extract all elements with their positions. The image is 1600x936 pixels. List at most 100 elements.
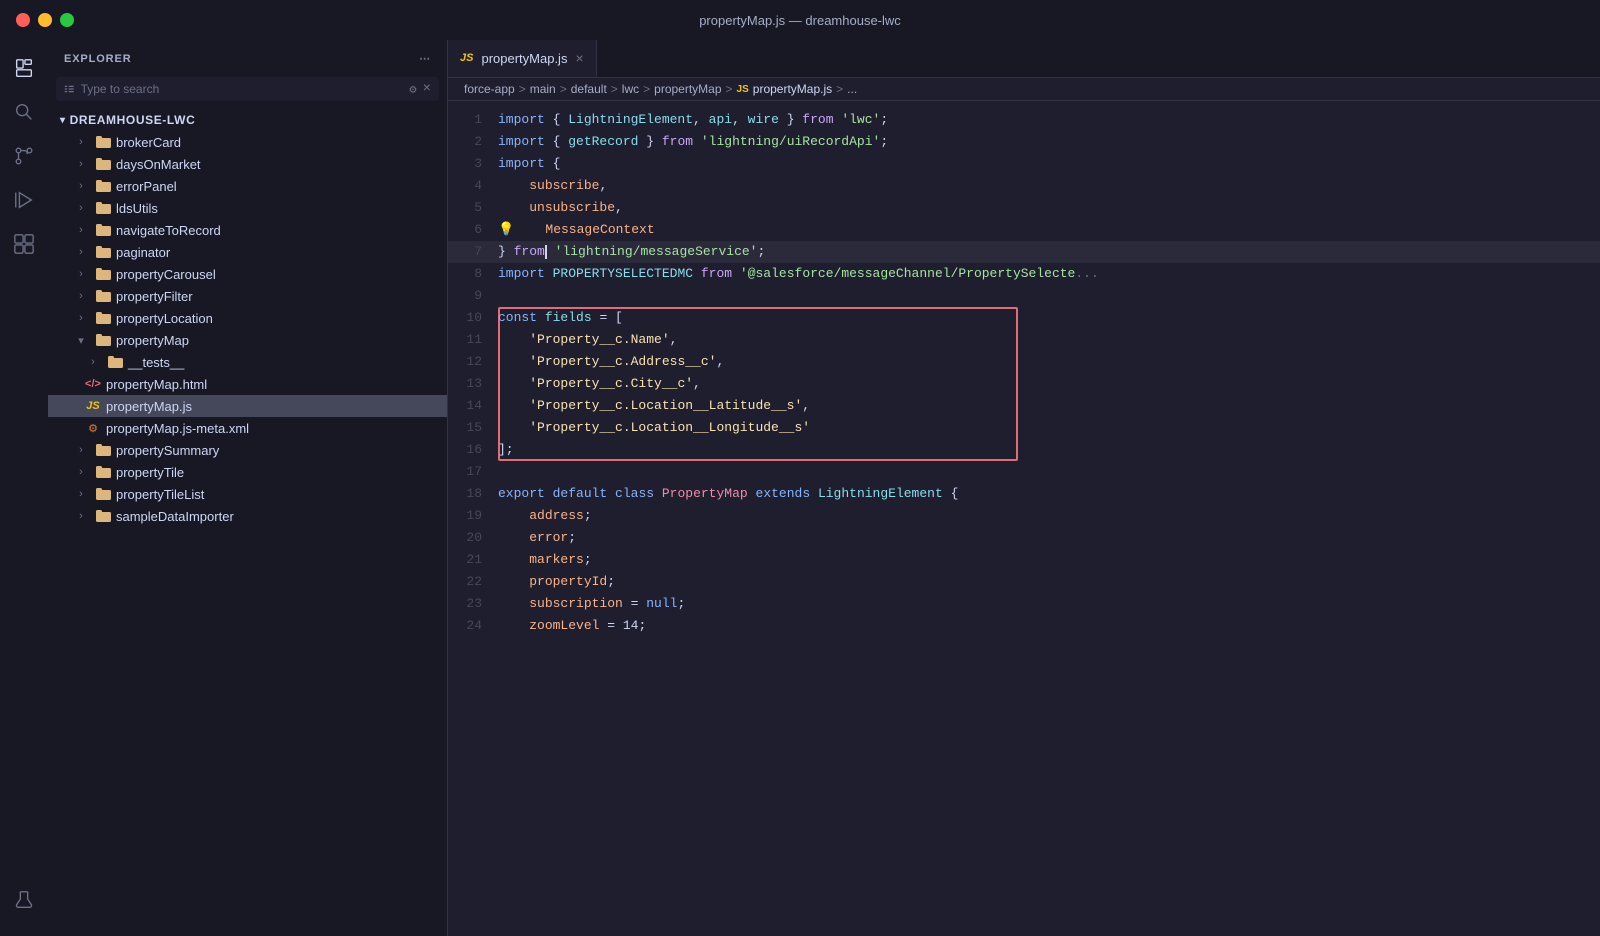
sidebar-item-propertymap[interactable]: ▾ propertyMap (48, 329, 447, 351)
folder-chevron-icon: › (72, 463, 90, 481)
source-control-activity-icon[interactable] (4, 136, 44, 176)
run-activity-icon[interactable] (4, 180, 44, 220)
line-number: 1 (448, 109, 498, 131)
flask-activity-icon[interactable] (4, 880, 44, 920)
folder-icon (95, 288, 111, 304)
sidebar-item-propertymap-html[interactable]: </> propertyMap.html (48, 373, 447, 395)
sidebar-item-propertylocation[interactable]: › propertyLocation (48, 307, 447, 329)
sidebar-item-label: brokerCard (116, 135, 439, 150)
code-line-21: 21 markers; (448, 549, 1600, 571)
line-number: 11 (448, 329, 498, 351)
line-number: 4 (448, 175, 498, 197)
tab-label: propertyMap.js (481, 51, 567, 66)
sidebar-item-ldsutils[interactable]: › ldsUtils (48, 197, 447, 219)
sidebar-item-navigatetorecord[interactable]: › navigateToRecord (48, 219, 447, 241)
filter-icon[interactable]: ⚙ (409, 82, 416, 97)
sidebar-item-propertysummary[interactable]: › propertySummary (48, 439, 447, 461)
breadcrumb-item[interactable]: lwc (622, 82, 639, 96)
breadcrumb-sep: > (519, 82, 526, 96)
sidebar-item-paginator[interactable]: › paginator (48, 241, 447, 263)
line-number: 2 (448, 131, 498, 153)
folder-chevron-icon: › (84, 353, 102, 371)
folder-chevron-icon: › (72, 221, 90, 239)
code-line-12: 12 'Property__c.Address__c', (448, 351, 1600, 373)
sidebar-item-label: sampleDataImporter (116, 509, 439, 524)
line-content: markers; (498, 549, 1600, 571)
sidebar-item-propertytilelist[interactable]: › propertyTileList (48, 483, 447, 505)
folder-icon (107, 354, 123, 370)
sidebar-item-propertymap-xml[interactable]: ⚙ propertyMap.js-meta.xml (48, 417, 447, 439)
sidebar-item-tests[interactable]: › __tests__ (48, 351, 447, 373)
tab-close-icon[interactable]: × (575, 51, 583, 65)
app-body: EXPLORER ⋯ ⚙ × ▾ DREAMHOUSE-LWC (0, 40, 1600, 936)
search-activity-icon[interactable] (4, 92, 44, 132)
explorer-activity-icon[interactable] (4, 48, 44, 88)
folder-chevron-icon: › (72, 265, 90, 283)
sidebar-item-sampledataimporter[interactable]: › sampleDataImporter (48, 505, 447, 527)
breadcrumb-item[interactable]: force-app (464, 82, 515, 96)
breadcrumb-active-item[interactable]: propertyMap.js (753, 82, 832, 96)
sidebar-item-propertytile[interactable]: › propertyTile (48, 461, 447, 483)
tree-root-label: DREAMHOUSE-LWC (70, 113, 196, 127)
code-editor[interactable]: 1 import { LightningElement, api, wire }… (448, 101, 1600, 936)
line-content: error; (498, 527, 1600, 549)
sidebar-item-brokercard[interactable]: › brokerCard (48, 131, 447, 153)
breadcrumb-sep: > (836, 82, 843, 96)
line-content: zoomLevel = 14; (498, 615, 1600, 637)
sidebar-item-label: propertySummary (116, 443, 439, 458)
sidebar-item-daysonmarket[interactable]: › daysOnMarket (48, 153, 447, 175)
line-number: 22 (448, 571, 498, 593)
line-content: unsubscribe, (498, 197, 1600, 219)
titlebar: propertyMap.js — dreamhouse-lwc (0, 0, 1600, 40)
breadcrumb-sep: > (643, 82, 650, 96)
folder-icon (95, 442, 111, 458)
line-number: 12 (448, 351, 498, 373)
folder-icon (95, 464, 111, 480)
maximize-button[interactable] (60, 13, 74, 27)
line-number: 24 (448, 615, 498, 637)
sidebar-item-label: propertyMap.html (106, 377, 439, 392)
sidebar-item-propertymap-js[interactable]: JS propertyMap.js (48, 395, 447, 417)
sidebar-item-propertycarousel[interactable]: › propertyCarousel (48, 263, 447, 285)
code-line-6: 6 💡 MessageContext (448, 219, 1600, 241)
sidebar-item-propertyfilter[interactable]: › propertyFilter (48, 285, 447, 307)
line-number: 17 (448, 461, 498, 483)
folder-chevron-icon: › (72, 309, 90, 327)
xml-file-icon: ⚙ (84, 419, 102, 437)
code-line-7: 7 } from 'lightning/messageService'; (448, 241, 1600, 263)
folder-icon (95, 178, 111, 194)
breadcrumb-item[interactable]: ... (847, 82, 857, 96)
sidebar-item-label: daysOnMarket (116, 157, 439, 172)
code-line-4: 4 subscribe, (448, 175, 1600, 197)
extensions-activity-icon[interactable] (4, 224, 44, 264)
breadcrumb-item[interactable]: propertyMap (654, 82, 721, 96)
search-input[interactable] (81, 82, 404, 96)
tree-root-header[interactable]: ▾ DREAMHOUSE-LWC (48, 109, 447, 131)
line-number: 9 (448, 285, 498, 307)
clear-search-icon[interactable]: × (423, 81, 431, 97)
tab-propertymap-js[interactable]: JS propertyMap.js × (448, 40, 597, 77)
tab-js-icon: JS (460, 52, 473, 64)
breadcrumb-item[interactable]: main (530, 82, 556, 96)
line-number: 5 (448, 197, 498, 219)
sidebar-item-label: propertyTile (116, 465, 439, 480)
minimize-button[interactable] (38, 13, 52, 27)
sidebar-item-errorpanel[interactable]: › errorPanel (48, 175, 447, 197)
new-file-icon[interactable]: ⋯ (419, 52, 431, 65)
line-content: 💡 MessageContext (498, 219, 1600, 241)
sidebar-item-label: propertyMap.js (106, 399, 439, 414)
breadcrumb-sep: > (560, 82, 567, 96)
code-line-18: 18 export default class PropertyMap exte… (448, 483, 1600, 505)
folder-icon (95, 156, 111, 172)
close-button[interactable] (16, 13, 30, 27)
code-line-19: 19 address; (448, 505, 1600, 527)
folder-icon (95, 200, 111, 216)
breadcrumb-item[interactable]: default (571, 82, 607, 96)
sidebar-header: EXPLORER ⋯ (48, 40, 447, 77)
sidebar-item-label: propertyTileList (116, 487, 439, 502)
folder-icon (95, 134, 111, 150)
activitybar (0, 40, 48, 936)
file-tree: ▾ DREAMHOUSE-LWC › brokerCard › daysOnMa (48, 109, 447, 936)
line-number: 3 (448, 153, 498, 175)
sidebar-item-label: propertyLocation (116, 311, 439, 326)
